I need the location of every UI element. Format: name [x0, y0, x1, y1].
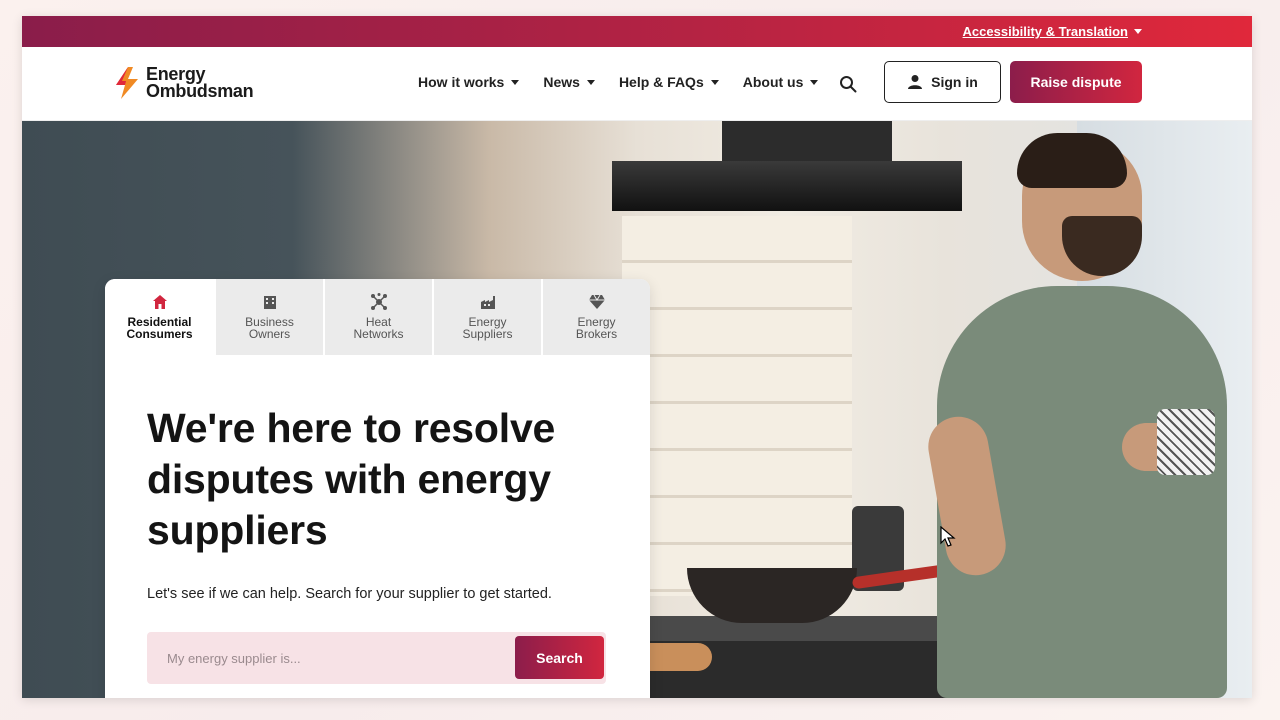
tab-energy-brokers[interactable]: Energy Brokers: [541, 279, 650, 355]
chevron-down-icon: [1134, 29, 1142, 34]
nav-label: About us: [742, 74, 804, 90]
tab-label: Energy Brokers: [575, 315, 618, 341]
building-icon: [263, 296, 276, 309]
nav-label: How it works: [418, 74, 505, 90]
nav-help-faqs[interactable]: Help & FAQs: [619, 74, 719, 90]
main-nav: How it works News Help & FAQs About us: [418, 74, 819, 90]
chevron-down-icon: [810, 79, 819, 85]
nav-label: News: [543, 74, 580, 90]
tab-label: Business Owners: [245, 315, 294, 341]
page-headline: We're here to resolve disputes with ener…: [147, 405, 556, 553]
search-button[interactable]: Search: [515, 636, 604, 679]
audience-tabs: Residential Consumers Business Owners He…: [105, 279, 650, 355]
nav-how-it-works[interactable]: How it works: [418, 74, 520, 90]
tab-label: Residential Consumers: [126, 315, 193, 341]
tab-heat-networks[interactable]: Heat Networks: [323, 279, 432, 355]
tab-label: Energy Suppliers: [462, 315, 513, 341]
chevron-down-icon: [710, 79, 719, 85]
logo-line-2: Ombudsman: [146, 81, 254, 101]
diamond-icon: [588, 294, 605, 309]
accessibility-translation-link[interactable]: Accessibility & Translation: [963, 24, 1142, 39]
network-icon: [370, 293, 387, 310]
hero-banner: Residential Consumers Business Owners He…: [22, 121, 1252, 698]
hero-subtext: Let's see if we can help. Search for you…: [147, 586, 552, 602]
energy-ombudsman-logo[interactable]: Energy Ombudsman: [114, 65, 254, 101]
tab-residential-consumers[interactable]: Residential Consumers: [105, 279, 214, 355]
user-icon: [908, 75, 923, 89]
nav-about-us[interactable]: About us: [743, 74, 819, 90]
lightning-bolt-icon: [116, 67, 138, 99]
search-icon[interactable]: [839, 75, 857, 93]
utility-bar: Accessibility & Translation: [22, 16, 1252, 47]
raise-dispute-label: Raise dispute: [1030, 74, 1122, 90]
home-icon: [152, 295, 167, 309]
supplier-search-input[interactable]: [147, 632, 515, 684]
tab-business-owners[interactable]: Business Owners: [214, 279, 323, 355]
chevron-down-icon: [586, 79, 595, 85]
site-header: Energy Ombudsman How it works News Help …: [22, 47, 1252, 121]
mouse-pointer-icon: [940, 526, 956, 547]
chevron-down-icon: [511, 79, 520, 85]
search-button-label: Search: [536, 649, 583, 666]
nav-label: Help & FAQs: [618, 74, 704, 90]
sign-in-button[interactable]: Sign in: [884, 61, 1001, 103]
tab-energy-suppliers[interactable]: Energy Suppliers: [432, 279, 541, 355]
supplier-search: Search: [147, 632, 606, 684]
tab-label: Heat Networks: [353, 315, 404, 341]
sign-in-label: Sign in: [931, 74, 978, 90]
nav-news[interactable]: News: [543, 74, 595, 90]
factory-icon: [480, 296, 495, 309]
browser-page: Accessibility & Translation Energy Ombud…: [22, 16, 1252, 698]
dispute-search-card: Residential Consumers Business Owners He…: [105, 279, 650, 698]
accessibility-link-label: Accessibility & Translation: [962, 24, 1128, 39]
raise-dispute-button[interactable]: Raise dispute: [1010, 61, 1142, 103]
